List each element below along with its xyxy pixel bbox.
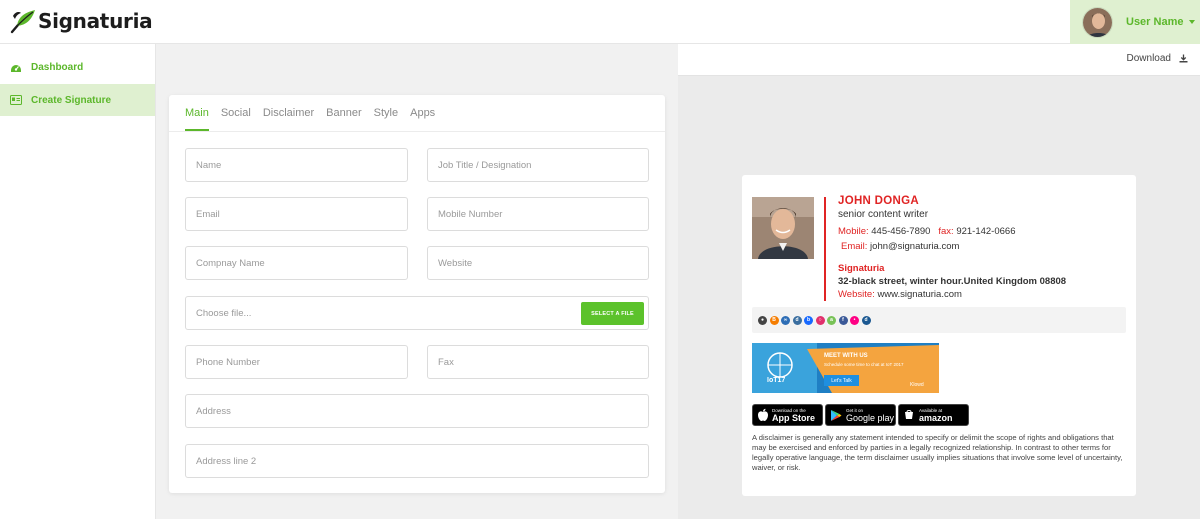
user-name: User Name	[1126, 16, 1184, 28]
signature-email-line: Email: john@signaturia.com	[841, 241, 960, 252]
banner-subtext: Schedule some time to chat at IoT 2017	[824, 362, 904, 367]
blogger-icon[interactable]: B	[769, 315, 779, 325]
phone-input[interactable]	[186, 346, 407, 378]
app-logo[interactable]: Signaturia	[9, 7, 153, 35]
app-name: Signaturia	[38, 9, 153, 33]
company-input[interactable]	[186, 247, 407, 279]
dashboard-icon	[11, 64, 21, 72]
banner-brand: IoT17	[767, 377, 786, 384]
sidebar-item-label: Dashboard	[31, 61, 84, 73]
website-input[interactable]	[428, 247, 648, 279]
google-play-badge[interactable]: Get it on Google play	[825, 404, 896, 426]
user-menu[interactable]: User Name	[1070, 0, 1200, 44]
signature-preview-panel: Download JOHN DONGA senior content write…	[678, 44, 1200, 519]
instagram-icon[interactable]: ○	[815, 315, 825, 325]
signature-company: Signaturia	[838, 263, 885, 274]
tab-apps[interactable]: Apps	[410, 107, 435, 131]
preview-toolbar: Download	[678, 44, 1200, 76]
address-input[interactable]	[186, 395, 648, 427]
flickr-icon[interactable]: •	[850, 315, 859, 325]
chevron-down-icon	[1189, 20, 1196, 24]
app-store-badge[interactable]: Download on the App Store	[752, 404, 823, 426]
signature-banner[interactable]: IoT17 MEET WITH US Schedule some time to…	[752, 343, 939, 393]
link-icon[interactable]: ∞	[781, 315, 790, 325]
sidebar-item-label: Create Signature	[31, 94, 112, 106]
signature-photo	[752, 197, 814, 259]
banner-sponsor: Klowd	[910, 382, 924, 388]
delicious-icon[interactable]: d	[792, 315, 802, 325]
signature-title: senior content writer	[838, 209, 929, 220]
signature-phone-line: Mobile: 445-456-7890 fax: 921-142-0666	[838, 226, 1016, 237]
signature-editor-card: Main Social Disclaimer Banner Style Apps…	[169, 95, 665, 493]
download-label: Download	[1126, 53, 1171, 64]
address2-field	[185, 444, 649, 478]
banner-heading: MEET WITH US	[824, 353, 868, 359]
email-input[interactable]	[186, 198, 407, 230]
user-avatar-image	[1083, 7, 1112, 37]
file-chooser[interactable]: Choose file... SELECT A FILE	[185, 296, 649, 330]
phone-field	[185, 345, 408, 379]
behance-icon[interactable]: b	[804, 315, 813, 325]
email-field	[185, 197, 408, 231]
download-button[interactable]: Download	[1127, 53, 1188, 64]
amazon-icon	[905, 410, 913, 419]
address-field	[185, 394, 649, 428]
signature-website[interactable]: www.signaturia.com	[877, 289, 961, 300]
tab-banner[interactable]: Banner	[326, 107, 361, 131]
signature-mobile: 445-456-7890	[871, 226, 931, 237]
social-icons-row: ● B ∞ d b ○ a f • d	[752, 307, 1126, 333]
tab-main[interactable]: Main	[185, 107, 209, 131]
signature-website-line: Website: www.signaturia.com	[838, 289, 962, 300]
tab-disclaimer[interactable]: Disclaimer	[263, 107, 314, 131]
avatar	[1082, 6, 1113, 38]
fax-field	[427, 345, 649, 379]
download-icon	[1179, 54, 1188, 63]
signature-disclaimer: A disclaimer is generally any statement …	[752, 433, 1123, 472]
sidebar: Dashboard Create Signature	[0, 44, 156, 519]
android-icon[interactable]: a	[827, 315, 836, 325]
facebook-icon[interactable]: f	[838, 315, 848, 325]
sidebar-item-dashboard[interactable]: Dashboard	[0, 51, 155, 83]
amazon-badge[interactable]: Available at amazon	[898, 404, 969, 426]
name-field	[185, 148, 408, 182]
signature-fax: 921-142-0666	[956, 226, 1016, 237]
google-play-icon	[831, 409, 842, 421]
person-photo-image	[752, 197, 814, 259]
tab-social[interactable]: Social	[221, 107, 251, 131]
mobile-field	[427, 197, 649, 231]
job-title-input[interactable]	[428, 149, 648, 181]
digg-icon[interactable]: d	[861, 315, 871, 325]
signature-address: 32-black street, winter hour.United King…	[838, 276, 1067, 287]
tab-style[interactable]: Style	[374, 107, 398, 131]
signature-divider	[824, 197, 826, 301]
signature-card: JOHN DONGA senior content writer Mobile:…	[742, 175, 1136, 496]
apple-icon	[758, 408, 768, 421]
camera-icon[interactable]: ●	[758, 315, 767, 325]
website-field	[427, 246, 649, 280]
editor-tabs: Main Social Disclaimer Banner Style Apps	[169, 95, 665, 132]
file-chooser-label: Choose file...	[196, 308, 252, 319]
address2-input[interactable]	[186, 445, 648, 477]
top-header: Signaturia User Name	[0, 0, 1200, 44]
feather-pen-icon	[10, 10, 35, 34]
signature-email[interactable]: john@signaturia.com	[870, 241, 959, 252]
mobile-input[interactable]	[428, 198, 648, 230]
signature-name: JOHN DONGA	[838, 195, 919, 207]
name-input[interactable]	[186, 149, 407, 181]
id-card-icon	[10, 95, 22, 105]
company-field	[185, 246, 408, 280]
sidebar-item-create-signature[interactable]: Create Signature	[0, 84, 155, 116]
job-title-field	[427, 148, 649, 182]
select-file-button[interactable]: SELECT A FILE	[581, 302, 644, 325]
fax-input[interactable]	[428, 346, 648, 378]
banner-cta-button[interactable]: Let's Talk	[824, 375, 859, 386]
